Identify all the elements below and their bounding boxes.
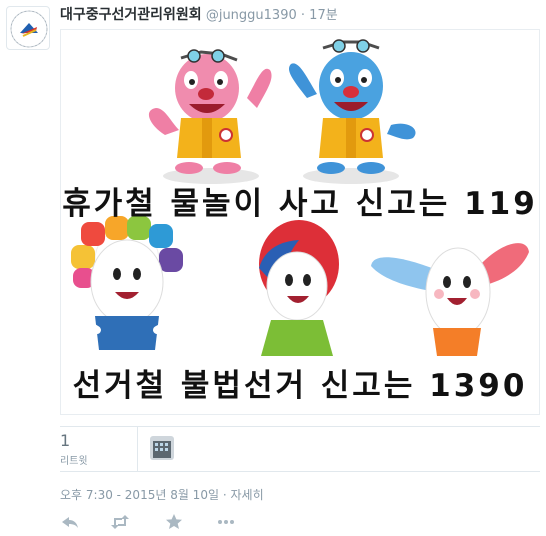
retweet-count[interactable]: 1 xyxy=(60,431,70,450)
election-commission-logo-icon xyxy=(10,10,48,48)
more-button[interactable] xyxy=(216,512,236,532)
favorite-star-icon xyxy=(166,514,182,529)
details-link[interactable]: 자세히 xyxy=(230,488,263,502)
reply-icon xyxy=(62,517,78,528)
blue-mascot-figure xyxy=(288,39,416,184)
image-caption-line1: 휴가철 물놀이 사고 신고는 119 xyxy=(62,186,538,222)
header-separator: · xyxy=(300,8,306,23)
rainbow-tooth-mascot-figure xyxy=(71,216,183,350)
retweet-button[interactable] xyxy=(110,512,130,532)
image-caption-line2: 선거철 불법선거 신고는 1390 xyxy=(72,368,528,404)
tweet-image[interactable]: 휴가철 물놀이 사고 신고는 119 선거철 불법선거 신고는 1390 xyxy=(60,29,540,415)
red-helmet-mascot-figure xyxy=(227,220,369,356)
reply-button[interactable] xyxy=(60,512,80,532)
tweet-header: 대구중구선거관리위원회 @junggu1390 · 17분 xyxy=(60,4,338,23)
account-avatar[interactable] xyxy=(6,6,50,50)
pink-mascot-figure xyxy=(148,49,272,184)
building-icon xyxy=(150,436,174,460)
handle[interactable]: @junggu1390 xyxy=(206,8,297,23)
retweet-icon xyxy=(111,515,129,529)
meta-separator: · xyxy=(222,488,227,502)
retweet-count-label: 리트윗 xyxy=(60,456,88,467)
more-icon xyxy=(218,520,234,524)
display-name[interactable]: 대구중구선거관리위원회 xyxy=(60,7,202,23)
tweet-stats: 1 리트윗 xyxy=(60,426,540,472)
full-timestamp: 오후 7:30 - 2015년 8월 10일 xyxy=(60,488,219,502)
retweeter-avatar[interactable] xyxy=(150,436,174,460)
winged-tooth-mascot-figure xyxy=(371,243,529,356)
favorite-button[interactable] xyxy=(164,512,184,532)
relative-time[interactable]: 17분 xyxy=(309,8,338,23)
stats-divider xyxy=(137,427,138,471)
tweet-meta: 오후 7:30 - 2015년 8월 10일 · 자세히 xyxy=(60,486,264,503)
